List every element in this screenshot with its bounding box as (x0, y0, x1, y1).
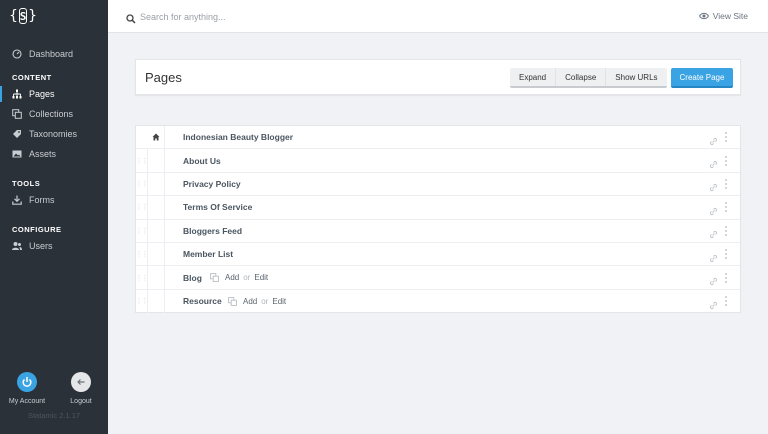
expand-button[interactable]: Expand (510, 68, 557, 86)
drag-handle-icon[interactable]: ⋮⋮ (136, 196, 149, 219)
edit-collection-link[interactable]: Edit (254, 273, 268, 282)
section-content: CONTENT (12, 73, 52, 82)
sidebar-item-label: Users (29, 241, 53, 251)
more-icon[interactable] (724, 202, 728, 213)
drag-handle-icon[interactable]: ⋮⋮ (136, 266, 149, 289)
power-icon (17, 372, 37, 392)
more-icon[interactable] (724, 225, 728, 236)
pages-tree: Indonesian Beauty Blogger ⋮⋮ About Us ⋮⋮… (135, 125, 741, 314)
section-configure: CONFIGURE (12, 225, 62, 234)
search-icon (126, 11, 136, 24)
page-title-link[interactable]: Indonesian Beauty Blogger (183, 132, 293, 142)
sidebar-item-collections[interactable]: Collections (0, 104, 108, 124)
download-icon (12, 195, 22, 205)
edit-collection-link[interactable]: Edit (272, 297, 286, 306)
collection-links: Add or Edit (210, 273, 268, 282)
sitemap-icon (12, 89, 22, 99)
collections-icon (228, 297, 237, 306)
show-urls-button[interactable]: Show URLs (606, 68, 666, 86)
sidebar-item-label: Forms (29, 195, 55, 205)
view-site-link[interactable]: View Site (698, 11, 748, 21)
tag-icon (12, 129, 22, 139)
sidebar: {S} Dashboard CONTENT Pages Collections … (0, 0, 108, 434)
statamic-logo[interactable]: {S} (9, 6, 37, 26)
page-title: Pages (145, 70, 182, 85)
page-title-link[interactable]: Blog (183, 273, 202, 283)
home-icon (148, 126, 165, 149)
pages-header: Pages Expand Collapse Show URLs Create P… (135, 59, 741, 95)
sidebar-item-label: Dashboard (29, 49, 74, 59)
page-row[interactable]: ⋮⋮ Terms Of Service (136, 196, 740, 220)
more-icon[interactable] (724, 155, 728, 166)
drag-handle-icon[interactable]: ⋮⋮ (136, 243, 149, 266)
link-icon[interactable] (709, 179, 718, 192)
sidebar-item-assets[interactable]: Assets (0, 144, 108, 164)
page-title-link[interactable]: Terms Of Service (183, 202, 252, 212)
page-row[interactable]: ⋮⋮ Resource Add or Edit (136, 289, 740, 314)
sidebar-item-label: Assets (29, 149, 57, 159)
collections-icon (12, 109, 22, 119)
page-title-link[interactable]: Bloggers Feed (183, 226, 242, 236)
create-page-button[interactable]: Create Page (671, 68, 733, 88)
more-icon[interactable] (724, 132, 728, 143)
sidebar-item-forms[interactable]: Forms (0, 190, 108, 210)
arrow-left-icon (71, 372, 91, 392)
page-row[interactable]: ⋮⋮ About Us (136, 149, 740, 173)
link-icon[interactable] (709, 250, 718, 262)
sidebar-item-label: Taxonomies (29, 129, 78, 139)
sidebar-item-taxonomies[interactable]: Taxonomies (0, 124, 108, 144)
collections-icon (210, 273, 219, 282)
more-icon[interactable] (724, 272, 728, 283)
link-icon[interactable] (709, 297, 718, 310)
more-icon[interactable] (724, 249, 728, 260)
logout-button[interactable]: Logout (54, 372, 108, 405)
add-entry-link[interactable]: Add (225, 273, 239, 282)
tree-button-group: Expand Collapse Show URLs (510, 68, 667, 88)
link-icon[interactable] (709, 273, 718, 286)
drag-handle-icon[interactable]: ⋮⋮ (136, 149, 149, 172)
my-account-button[interactable]: My Account (0, 372, 54, 405)
link-icon[interactable] (709, 156, 718, 169)
drag-handle-icon[interactable]: ⋮⋮ (136, 172, 149, 196)
drag-handle-icon[interactable]: ⋮⋮ (136, 219, 149, 242)
search-input[interactable] (140, 8, 540, 26)
collapse-button[interactable]: Collapse (556, 68, 607, 86)
version-label: Statamic 2.1.17 (27, 411, 81, 420)
sidebar-item-label: Pages (29, 89, 55, 99)
page-row[interactable]: ⋮⋮ Blog Add or Edit (136, 266, 740, 290)
page-row[interactable]: ⋮⋮ Member List (136, 243, 740, 267)
link-icon[interactable] (709, 226, 718, 239)
users-icon (12, 241, 22, 251)
sidebar-item-pages[interactable]: Pages (0, 84, 108, 104)
image-icon (12, 149, 22, 159)
page-row[interactable]: ⋮⋮ Privacy Policy (136, 172, 740, 197)
collection-links: Add or Edit (228, 297, 286, 306)
page-title-link[interactable]: Resource (183, 296, 222, 306)
dashboard-icon (12, 49, 22, 59)
more-icon[interactable] (724, 296, 728, 307)
drag-handle-icon[interactable]: ⋮⋮ (136, 289, 149, 314)
sidebar-item-label: Collections (29, 109, 74, 119)
section-tools: TOOLS (12, 179, 41, 188)
link-icon[interactable] (709, 133, 718, 145)
page-title-link[interactable]: About Us (183, 156, 221, 166)
add-entry-link[interactable]: Add (243, 297, 257, 306)
eye-icon (698, 12, 709, 20)
page-title-link[interactable]: Privacy Policy (183, 179, 241, 189)
link-icon[interactable] (709, 203, 718, 215)
top-bar: View Site (108, 0, 768, 33)
page-row[interactable]: Indonesian Beauty Blogger (136, 126, 740, 150)
page-title-link[interactable]: Member List (183, 249, 233, 259)
more-icon[interactable] (724, 178, 728, 189)
sidebar-item-dashboard[interactable]: Dashboard (0, 44, 108, 64)
sidebar-item-users[interactable]: Users (0, 236, 108, 256)
page-row[interactable]: ⋮⋮ Bloggers Feed (136, 219, 740, 243)
